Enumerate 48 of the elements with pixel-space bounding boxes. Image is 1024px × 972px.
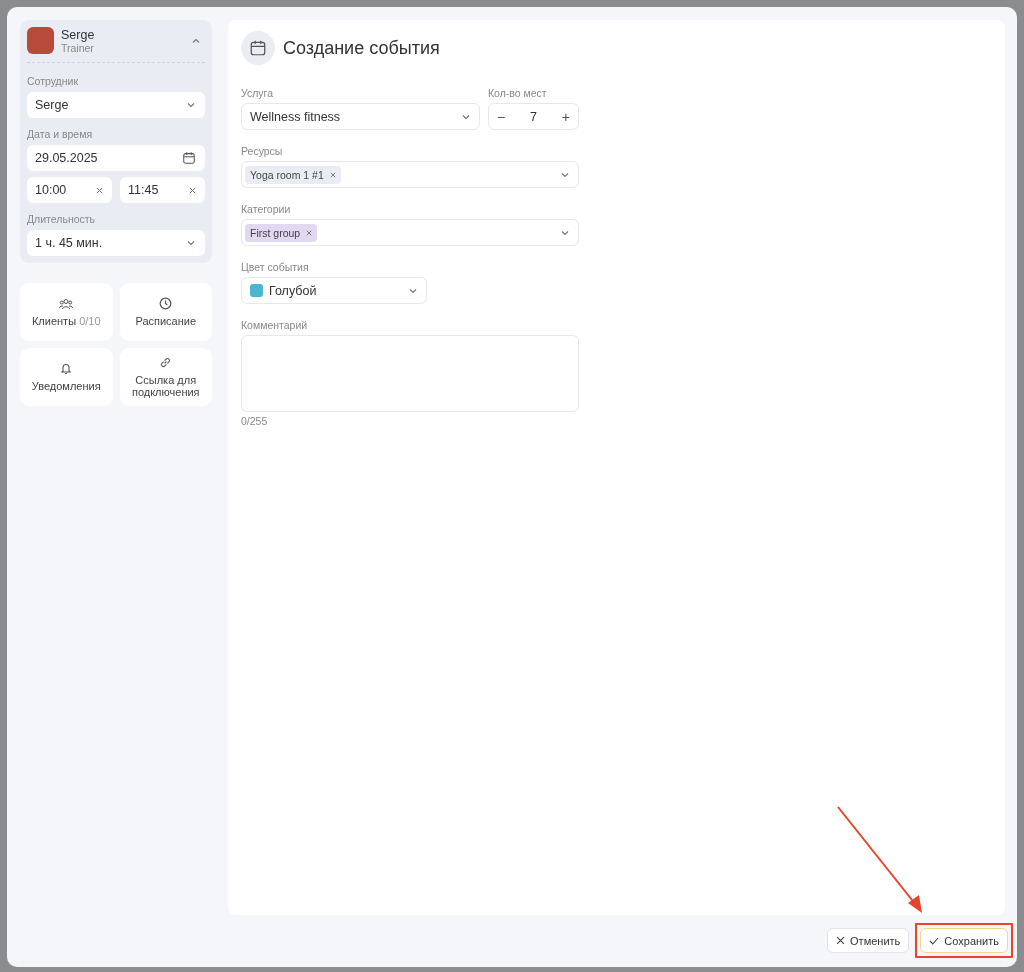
calendar-icon	[182, 151, 196, 165]
clock-icon	[159, 297, 173, 310]
form-title: Создание события	[283, 37, 440, 59]
field-label: Категории	[241, 203, 292, 215]
select-field[interactable]: Wellness fitness	[241, 103, 480, 130]
select-field[interactable]: Голубой	[241, 277, 427, 304]
multi-select-field[interactable]: First group	[241, 219, 579, 246]
date-field[interactable]: 29.05.2025	[27, 145, 205, 171]
field-label: Дата и время	[27, 128, 94, 140]
clear-icon[interactable]	[329, 171, 336, 178]
clear-icon[interactable]	[96, 186, 103, 194]
char-counter: 0/255	[241, 415, 269, 427]
field-label: Комментарий	[241, 319, 309, 331]
time-field[interactable]: 11:45	[120, 177, 205, 203]
field-label: Сотрудник	[27, 75, 79, 87]
client-count: 0/10	[79, 314, 101, 327]
tile-button[interactable]: Ссылка для подключения	[119, 348, 212, 406]
tile-button[interactable]: Расписание	[119, 283, 212, 341]
select-field[interactable]: 1 ч. 45 мин.	[27, 230, 205, 256]
employee-role: Trainer	[61, 41, 95, 54]
tag-chip: First group	[245, 223, 318, 242]
chevron-icon	[186, 100, 196, 110]
select-field[interactable]: Serge	[27, 92, 205, 118]
tile-button[interactable]: Клиенты 0/10	[20, 283, 113, 341]
multi-select-field[interactable]: Yoga room 1 #1	[241, 161, 579, 188]
bell-icon	[60, 362, 73, 375]
calendar-icon	[249, 39, 267, 57]
chevron-icon	[186, 238, 196, 248]
time-field[interactable]: 10:00	[27, 177, 112, 203]
field-label: Кол-во мест	[488, 87, 548, 99]
people-icon	[59, 297, 74, 310]
employee-name: Serge	[61, 27, 96, 42]
close-icon	[836, 936, 846, 945]
tag-chip: Yoga room 1 #1	[245, 165, 341, 184]
tile-button[interactable]: Уведомления	[20, 348, 113, 406]
link-icon	[159, 356, 173, 369]
photo-placeholder	[27, 27, 54, 54]
clear-icon[interactable]	[306, 229, 313, 236]
cancel-button[interactable]: Отменить	[827, 928, 910, 953]
stepper-field[interactable]: − 7 +	[488, 103, 579, 130]
check-icon	[929, 936, 940, 945]
field-label: Услуга	[241, 87, 275, 99]
field-label: Цвет события	[241, 261, 310, 273]
field-label: Ресурсы	[241, 145, 284, 157]
save-button[interactable]: Сохранить	[920, 928, 1008, 953]
comment-field[interactable]	[241, 335, 579, 412]
field-label: Длительность	[27, 213, 97, 225]
clear-icon[interactable]	[189, 186, 196, 194]
